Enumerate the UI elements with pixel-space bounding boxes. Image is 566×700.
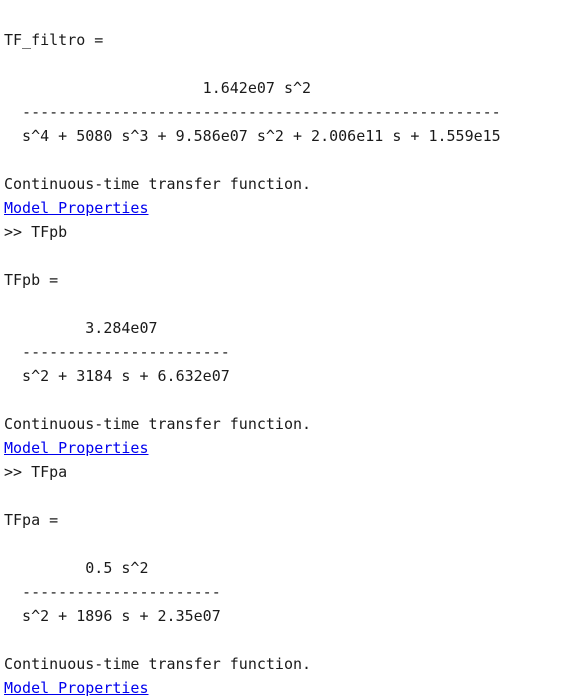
tf-denominator: s^2 + 3184 s + 6.632e07	[4, 367, 230, 385]
output-line: TFpb =	[4, 271, 59, 289]
tf-numerator: 0.5 s^2	[4, 559, 149, 577]
tf-fraction-bar: -----------------------	[4, 343, 230, 361]
model-properties-link[interactable]: Model Properties	[4, 439, 149, 457]
tf-numerator: 3.284e07	[4, 319, 158, 337]
output-line: TF_filtro =	[4, 31, 104, 49]
model-properties-link[interactable]: Model Properties	[4, 679, 149, 697]
model-properties-line: Model Properties	[4, 196, 501, 220]
tf-denominator: s^4 + 5080 s^3 + 9.586e07 s^2 + 2.006e11…	[4, 127, 501, 145]
tf-fraction-bar: ----------------------	[4, 583, 221, 601]
model-properties-link[interactable]: Model Properties	[4, 199, 149, 217]
command-window-output: TF_filtro = 1.642e07 s^2 ---------------…	[4, 28, 501, 700]
tf-fraction-bar: ----------------------------------------…	[4, 103, 501, 121]
model-properties-line: Model Properties	[4, 436, 501, 460]
tf-denominator: s^2 + 1896 s + 2.35e07	[4, 607, 221, 625]
output-line: TFpa =	[4, 511, 59, 529]
command-prompt-line: >> TFpb	[4, 223, 68, 241]
tf-description: Continuous-time transfer function.	[4, 175, 312, 193]
tf-description: Continuous-time transfer function.	[4, 655, 312, 673]
tf-description: Continuous-time transfer function.	[4, 415, 312, 433]
model-properties-line: Model Properties	[4, 676, 501, 700]
command-prompt-line: >> TFpa	[4, 463, 68, 481]
tf-numerator: 1.642e07 s^2	[4, 79, 312, 97]
